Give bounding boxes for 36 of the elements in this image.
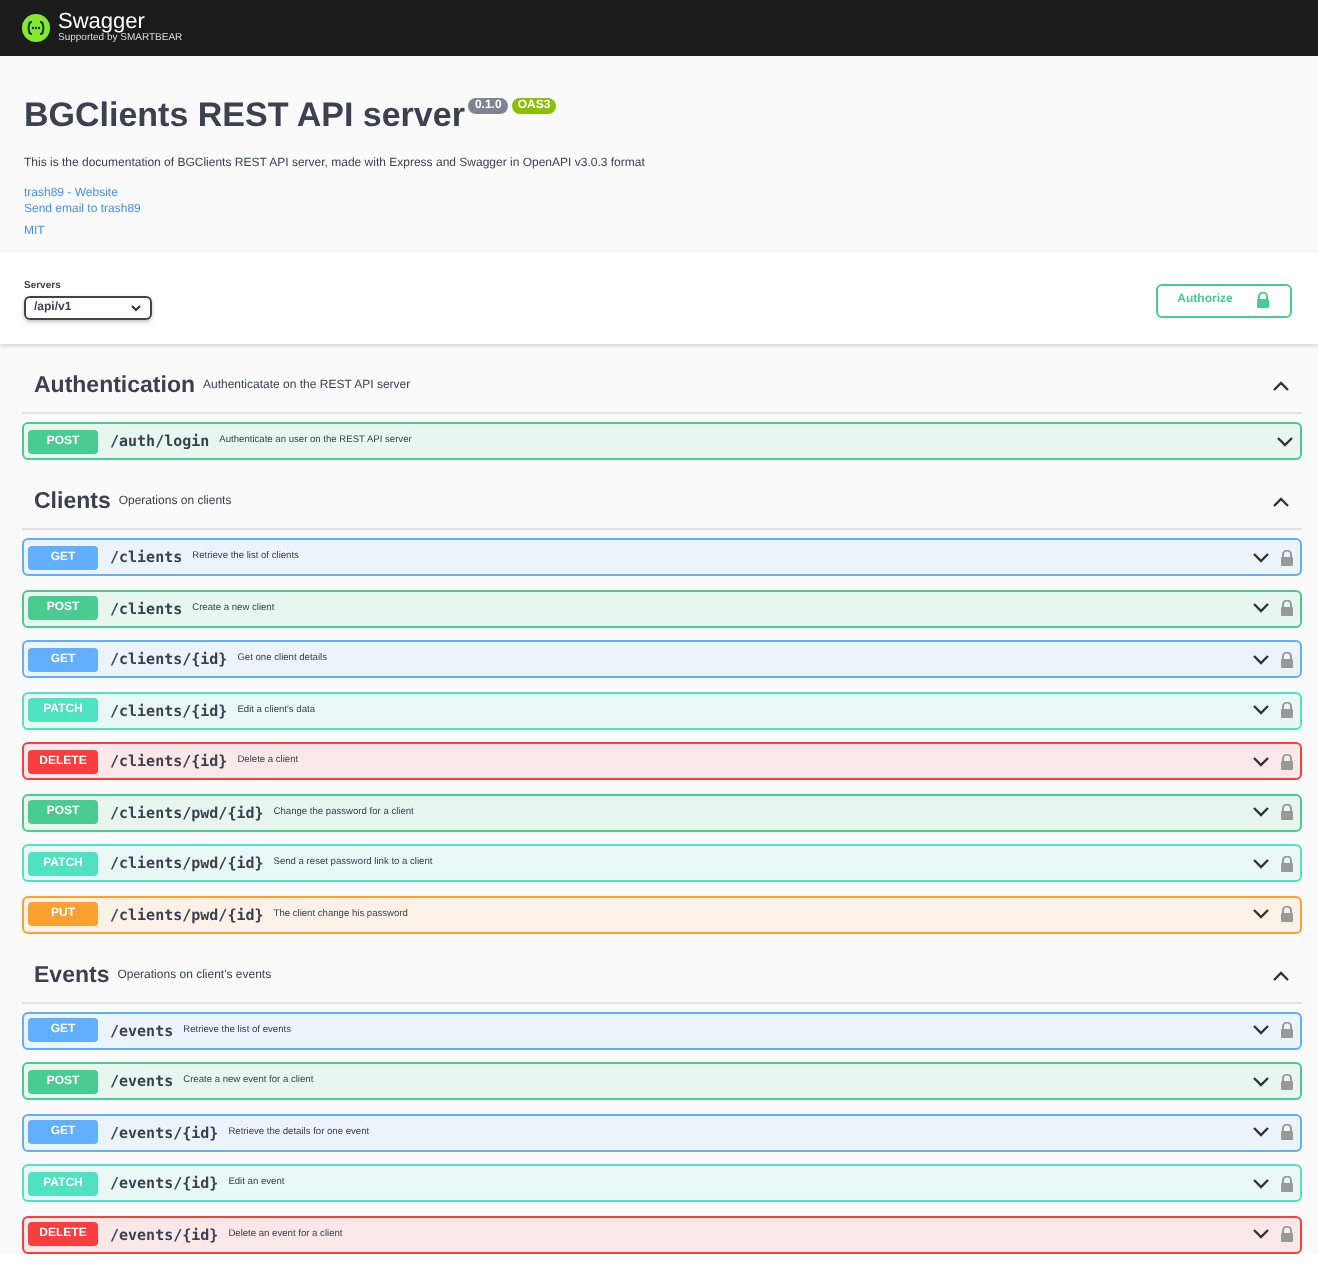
lock-icon[interactable] [1280,1124,1294,1140]
tag-title[interactable]: Events [34,963,110,987]
collapse-icon[interactable] [1272,969,1290,981]
expand-icon[interactable] [1252,1228,1270,1240]
lock-icon[interactable] [1280,651,1294,667]
logo-icon [22,14,50,42]
lock-icon[interactable] [1280,600,1294,616]
expand-icon[interactable] [1276,435,1294,447]
tag-title[interactable]: Clients [34,490,111,514]
expand-icon[interactable] [1252,908,1270,920]
collapse-icon[interactable] [1272,380,1290,392]
expand-icon[interactable] [1252,602,1270,614]
lock-icon[interactable] [1280,1073,1294,1089]
expand-icon[interactable] [1252,755,1270,767]
lock-icon [1256,292,1271,308]
lock-icon[interactable] [1280,906,1294,922]
expand-icon[interactable] [1252,1024,1270,1036]
expand-icon[interactable] [1252,857,1270,869]
expand-icon[interactable] [1252,1075,1270,1087]
lock-icon[interactable] [1280,804,1294,820]
expand-icon[interactable] [1252,1177,1270,1189]
expand-icon[interactable] [1252,653,1270,665]
lock-icon[interactable] [1280,1022,1294,1038]
lock-icon[interactable] [1280,1175,1294,1191]
brand-name: Swagger [58,12,145,34]
lock-icon[interactable] [1280,855,1294,871]
collapse-icon[interactable] [1272,496,1290,508]
caret-icon [130,304,142,312]
expand-icon[interactable] [1252,704,1270,716]
expand-icon[interactable] [1252,806,1270,818]
lock-icon[interactable] [1280,702,1294,718]
api-title: BGClients REST API server [24,96,465,136]
expand-icon[interactable] [1252,1126,1270,1138]
expand-icon[interactable] [1252,551,1270,563]
lock-icon[interactable] [1280,549,1294,565]
tag-title[interactable]: Authentication [34,374,195,398]
